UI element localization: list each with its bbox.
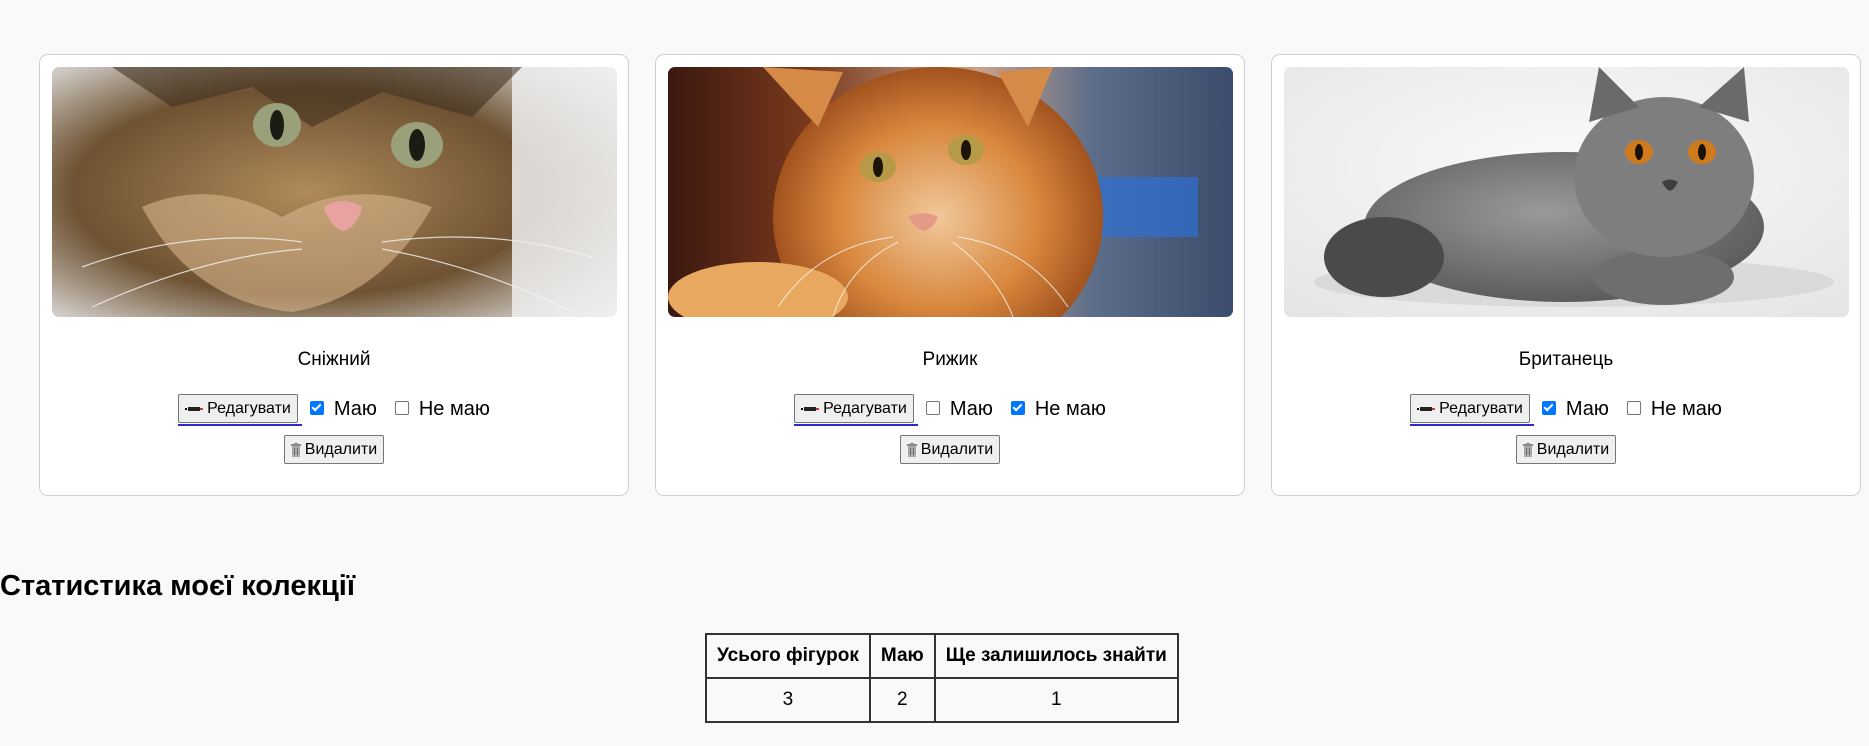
edit-label: Редагувати bbox=[207, 399, 291, 417]
not-have-label: Не маю bbox=[1034, 398, 1106, 420]
edit-button[interactable]: Редагувати bbox=[1410, 394, 1530, 423]
delete-row: Видалити bbox=[40, 435, 628, 464]
delete-button[interactable]: Видалити bbox=[1515, 435, 1617, 464]
cat-name: Рижик bbox=[922, 349, 978, 370]
cat-photo bbox=[1284, 67, 1849, 317]
cat-card: Британець Редагувати Маю Не маю Видалити bbox=[1271, 54, 1861, 496]
stats-header-row: Усього фігурок Маю Ще залишилось знайти bbox=[705, 633, 1179, 679]
stats-value-total: 3 bbox=[705, 677, 871, 723]
have-checkbox[interactable] bbox=[925, 400, 940, 415]
trash-icon bbox=[290, 442, 301, 457]
cat-name: Британець bbox=[1518, 349, 1614, 370]
not-have-label: Не маю bbox=[418, 398, 490, 420]
delete-row: Видалити bbox=[656, 435, 1244, 464]
not-have-label: Не маю bbox=[1650, 398, 1722, 420]
delete-button[interactable]: Видалити bbox=[283, 435, 385, 464]
have-checkbox[interactable] bbox=[1541, 400, 1556, 415]
have-label: Маю bbox=[949, 398, 993, 420]
cat-name: Сніжний bbox=[297, 349, 371, 370]
have-label: Маю bbox=[333, 398, 377, 420]
edit-link[interactable]: Редагувати bbox=[794, 393, 918, 426]
delete-label: Видалити bbox=[1536, 440, 1610, 458]
pen-icon bbox=[185, 406, 204, 411]
edit-link[interactable]: Редагувати bbox=[1410, 393, 1534, 426]
stats-header-have: Маю bbox=[868, 633, 936, 679]
stats-value-row: 3 2 1 bbox=[705, 677, 1179, 723]
not-have-checkbox[interactable] bbox=[394, 400, 409, 415]
not-have-checkbox[interactable] bbox=[1626, 400, 1641, 415]
stats-table: Усього фігурок Маю Ще залишилось знайти … bbox=[705, 633, 1179, 723]
stats-value-have: 2 bbox=[868, 677, 936, 723]
cat-photo bbox=[668, 67, 1233, 317]
delete-label: Видалити bbox=[304, 440, 378, 458]
stats-value-remaining: 1 bbox=[933, 677, 1179, 723]
trash-icon bbox=[906, 442, 917, 457]
edit-label: Редагувати bbox=[1439, 399, 1523, 417]
stats-header-total: Усього фігурок bbox=[705, 633, 871, 679]
edit-link[interactable]: Редагувати bbox=[178, 393, 302, 426]
card-controls: Редагувати Маю Не маю bbox=[40, 393, 628, 426]
cards-grid: Сніжний Редагувати Маю Не маю Видалити Р… bbox=[39, 54, 1861, 496]
card-controls: Редагувати Маю Не маю bbox=[656, 393, 1244, 426]
edit-button[interactable]: Редагувати bbox=[178, 394, 298, 423]
cat-photo bbox=[52, 67, 617, 317]
not-have-checkbox[interactable] bbox=[1010, 400, 1025, 415]
delete-row: Видалити bbox=[1272, 435, 1860, 464]
stats-title: Статистика моєї колекції bbox=[0, 570, 356, 602]
stats-header-remaining: Ще залишилось знайти bbox=[933, 633, 1179, 679]
edit-button[interactable]: Редагувати bbox=[794, 394, 914, 423]
edit-label: Редагувати bbox=[823, 399, 907, 417]
have-label: Маю bbox=[1565, 398, 1609, 420]
cat-card: Рижик Редагувати Маю Не маю Видалити bbox=[655, 54, 1245, 496]
card-controls: Редагувати Маю Не маю bbox=[1272, 393, 1860, 426]
delete-button[interactable]: Видалити bbox=[899, 435, 1001, 464]
trash-icon bbox=[1522, 442, 1533, 457]
pen-icon bbox=[801, 406, 820, 411]
have-checkbox[interactable] bbox=[309, 400, 324, 415]
cat-card: Сніжний Редагувати Маю Не маю Видалити bbox=[39, 54, 629, 496]
pen-icon bbox=[1417, 406, 1436, 411]
delete-label: Видалити bbox=[920, 440, 994, 458]
